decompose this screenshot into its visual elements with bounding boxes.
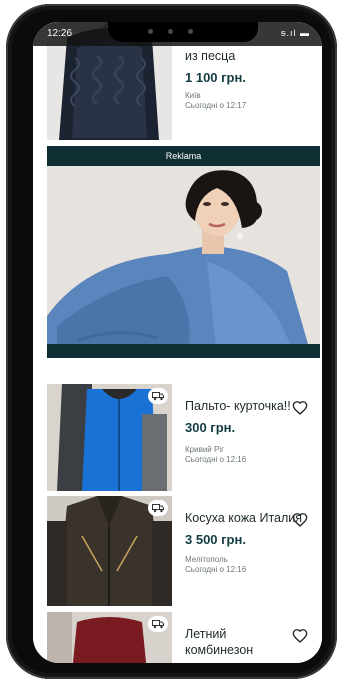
status-bar: 12:26 ᵴ.ıl ▬ [33, 22, 322, 46]
listing-price: 3 500 грн. [185, 532, 246, 547]
listing-time: Сьогодні о 12:16 [185, 455, 247, 464]
delivery-badge [148, 616, 168, 632]
listing-thumbnail[interactable] [47, 496, 172, 606]
listing-price: 300 грн. [185, 420, 236, 435]
listing-time: Сьогодні о 12:16 [185, 565, 247, 574]
delivery-badge [148, 500, 168, 516]
ad-banner[interactable] [47, 166, 320, 358]
listing-price: 1 100 грн. [185, 70, 246, 85]
listing-title[interactable]: из песца [185, 48, 310, 64]
favorite-heart-icon[interactable] [292, 628, 308, 644]
status-time: 12:26 [47, 28, 73, 39]
truck-icon [152, 504, 164, 513]
listing-card[interactable]: Летний комбинезон [33, 612, 322, 663]
listing-thumbnail[interactable] [47, 384, 172, 491]
ad-bottom-bar [47, 344, 320, 358]
truck-icon [152, 620, 164, 629]
listing-card[interactable]: Пальто- курточка!! 300 грн. Кривий Ріг С… [33, 384, 322, 494]
listing-title[interactable]: Летний комбинезон [185, 626, 285, 658]
status-icons: ᵴ.ıl ▬ [280, 28, 310, 38]
listing-time: Сьогодні о 12:17 [185, 101, 247, 110]
listing-city: Кривий Ріг [185, 445, 225, 454]
ad-label: Reklama [165, 151, 202, 161]
listing-city: Київ [185, 91, 201, 100]
listing-city: Мелітополь [185, 555, 228, 564]
camera-notch [108, 22, 258, 42]
favorite-heart-icon[interactable] [292, 400, 308, 416]
listing-card[interactable]: Косуха кожа Италия 3 500 грн. Мелітополь… [33, 496, 322, 608]
truck-icon [152, 392, 164, 401]
phone-frame: из песца 1 100 грн. Київ Сьогодні о 12:1… [6, 4, 337, 679]
delivery-badge [148, 388, 168, 404]
favorite-heart-icon[interactable] [292, 512, 308, 528]
app-screen: из песца 1 100 грн. Київ Сьогодні о 12:1… [33, 22, 322, 663]
ad-label-bar: Reklama [47, 146, 320, 166]
listing-thumbnail[interactable] [47, 612, 172, 663]
ad-model-image [47, 166, 320, 358]
